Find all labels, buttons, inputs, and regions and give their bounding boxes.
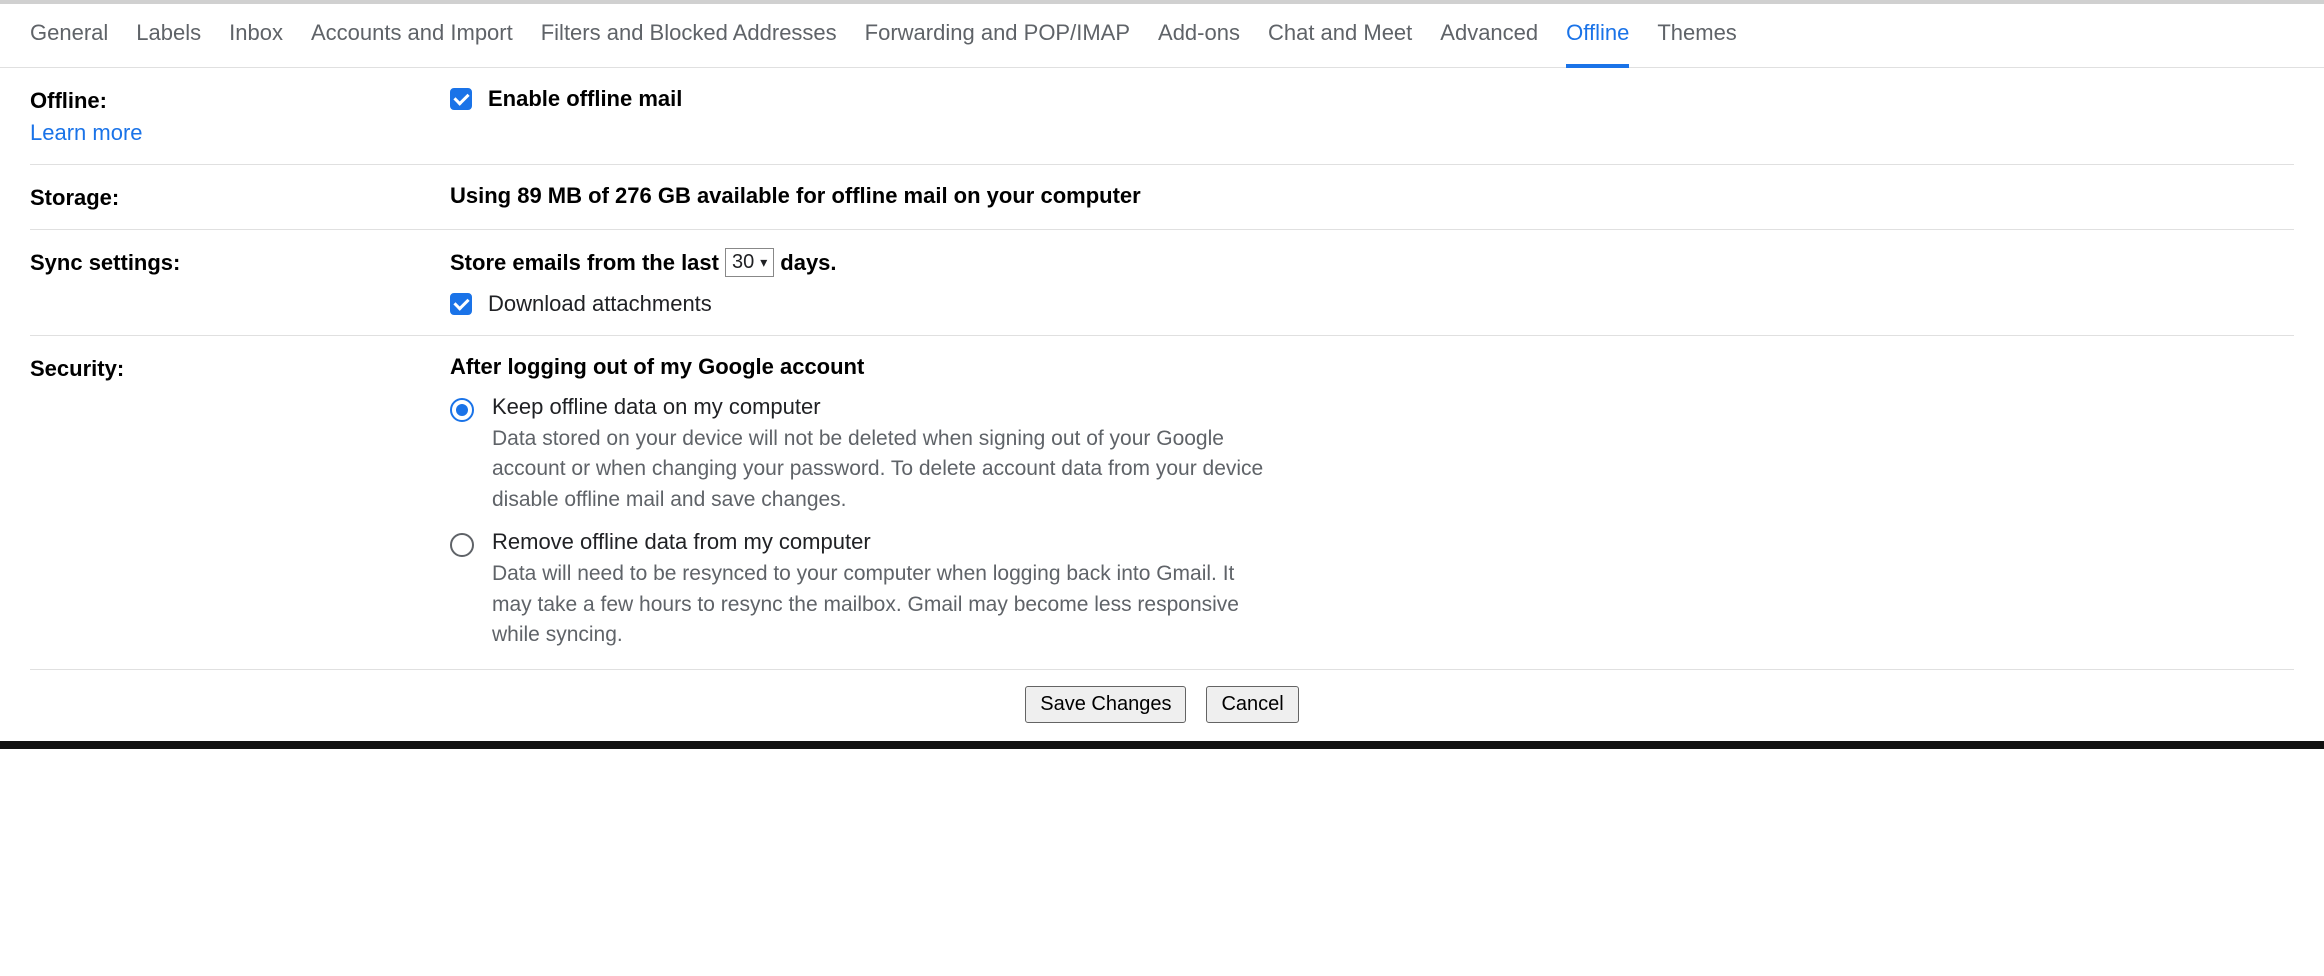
chevron-down-icon: ▾ [760,254,767,271]
settings-panel: Offline: Learn more Enable offline mail … [0,68,2324,741]
security-option-keep: Keep offline data on my computer Data st… [450,394,1350,515]
security-heading: After logging out of my Google account [450,354,2294,380]
keep-data-text: Keep offline data on my computer Data st… [492,394,1272,515]
tab-general[interactable]: General [30,20,108,68]
row-sync-body: Store emails from the last 30 ▾ days. Do… [450,248,2294,317]
footer-buttons: Save Changes Cancel [30,670,2294,741]
download-attachments-checkbox[interactable] [450,293,472,315]
remove-data-desc: Data will need to be resynced to your co… [492,559,1272,650]
row-security-body: After logging out of my Google account K… [450,354,2294,651]
tab-labels[interactable]: Labels [136,20,201,68]
row-offline-label: Offline: Learn more [30,86,450,146]
enable-offline-label: Enable offline mail [488,86,682,112]
store-emails-line: Store emails from the last 30 ▾ days. [450,248,2294,277]
keep-data-title: Keep offline data on my computer [492,394,1272,420]
row-security: Security: After logging out of my Google… [30,336,2294,670]
row-sync-label: Sync settings: [30,248,450,276]
tab-advanced[interactable]: Advanced [1440,20,1538,68]
store-emails-suffix: days. [780,250,836,276]
tab-filters-and-blocked-addresses[interactable]: Filters and Blocked Addresses [541,20,837,68]
download-attachments-label: Download attachments [488,291,712,317]
security-option-remove: Remove offline data from my computer Dat… [450,529,1350,650]
storage-label-text: Storage: [30,185,119,210]
sync-label-text: Sync settings: [30,250,180,275]
tab-add-ons[interactable]: Add-ons [1158,20,1240,68]
learn-more-link[interactable]: Learn more [30,120,450,146]
remove-data-radio[interactable] [450,533,474,557]
tab-offline[interactable]: Offline [1566,20,1629,68]
tab-chat-and-meet[interactable]: Chat and Meet [1268,20,1412,68]
enable-offline-checkbox[interactable] [450,88,472,110]
row-offline-body: Enable offline mail [450,86,2294,112]
window-bottom-border [0,741,2324,749]
remove-data-text: Remove offline data from my computer Dat… [492,529,1272,650]
row-storage-body: Using 89 MB of 276 GB available for offl… [450,183,2294,209]
remove-data-title: Remove offline data from my computer [492,529,1272,555]
storage-usage-text: Using 89 MB of 276 GB available for offl… [450,183,1141,208]
download-attachments-option: Download attachments [450,291,2294,317]
cancel-button[interactable]: Cancel [1206,686,1298,723]
tab-inbox[interactable]: Inbox [229,20,283,68]
store-days-value: 30 [732,251,754,274]
keep-data-radio[interactable] [450,398,474,422]
row-security-label: Security: [30,354,450,382]
save-changes-button[interactable]: Save Changes [1025,686,1186,723]
store-emails-prefix: Store emails from the last [450,250,719,276]
row-offline: Offline: Learn more Enable offline mail [30,68,2294,165]
tab-themes[interactable]: Themes [1657,20,1736,68]
keep-data-desc: Data stored on your device will not be d… [492,424,1272,515]
settings-tab-bar: General Labels Inbox Accounts and Import Fil… [0,4,2324,68]
security-label-text: Security: [30,356,124,381]
store-days-select[interactable]: 30 ▾ [725,248,774,277]
row-sync: Sync settings: Store emails from the las… [30,230,2294,336]
offline-label-text: Offline: [30,88,107,113]
tab-forwarding-and-pop-imap[interactable]: Forwarding and POP/IMAP [865,20,1130,68]
enable-offline-option: Enable offline mail [450,86,2294,112]
row-storage: Storage: Using 89 MB of 276 GB available… [30,165,2294,230]
tab-accounts-and-import[interactable]: Accounts and Import [311,20,513,68]
row-storage-label: Storage: [30,183,450,211]
